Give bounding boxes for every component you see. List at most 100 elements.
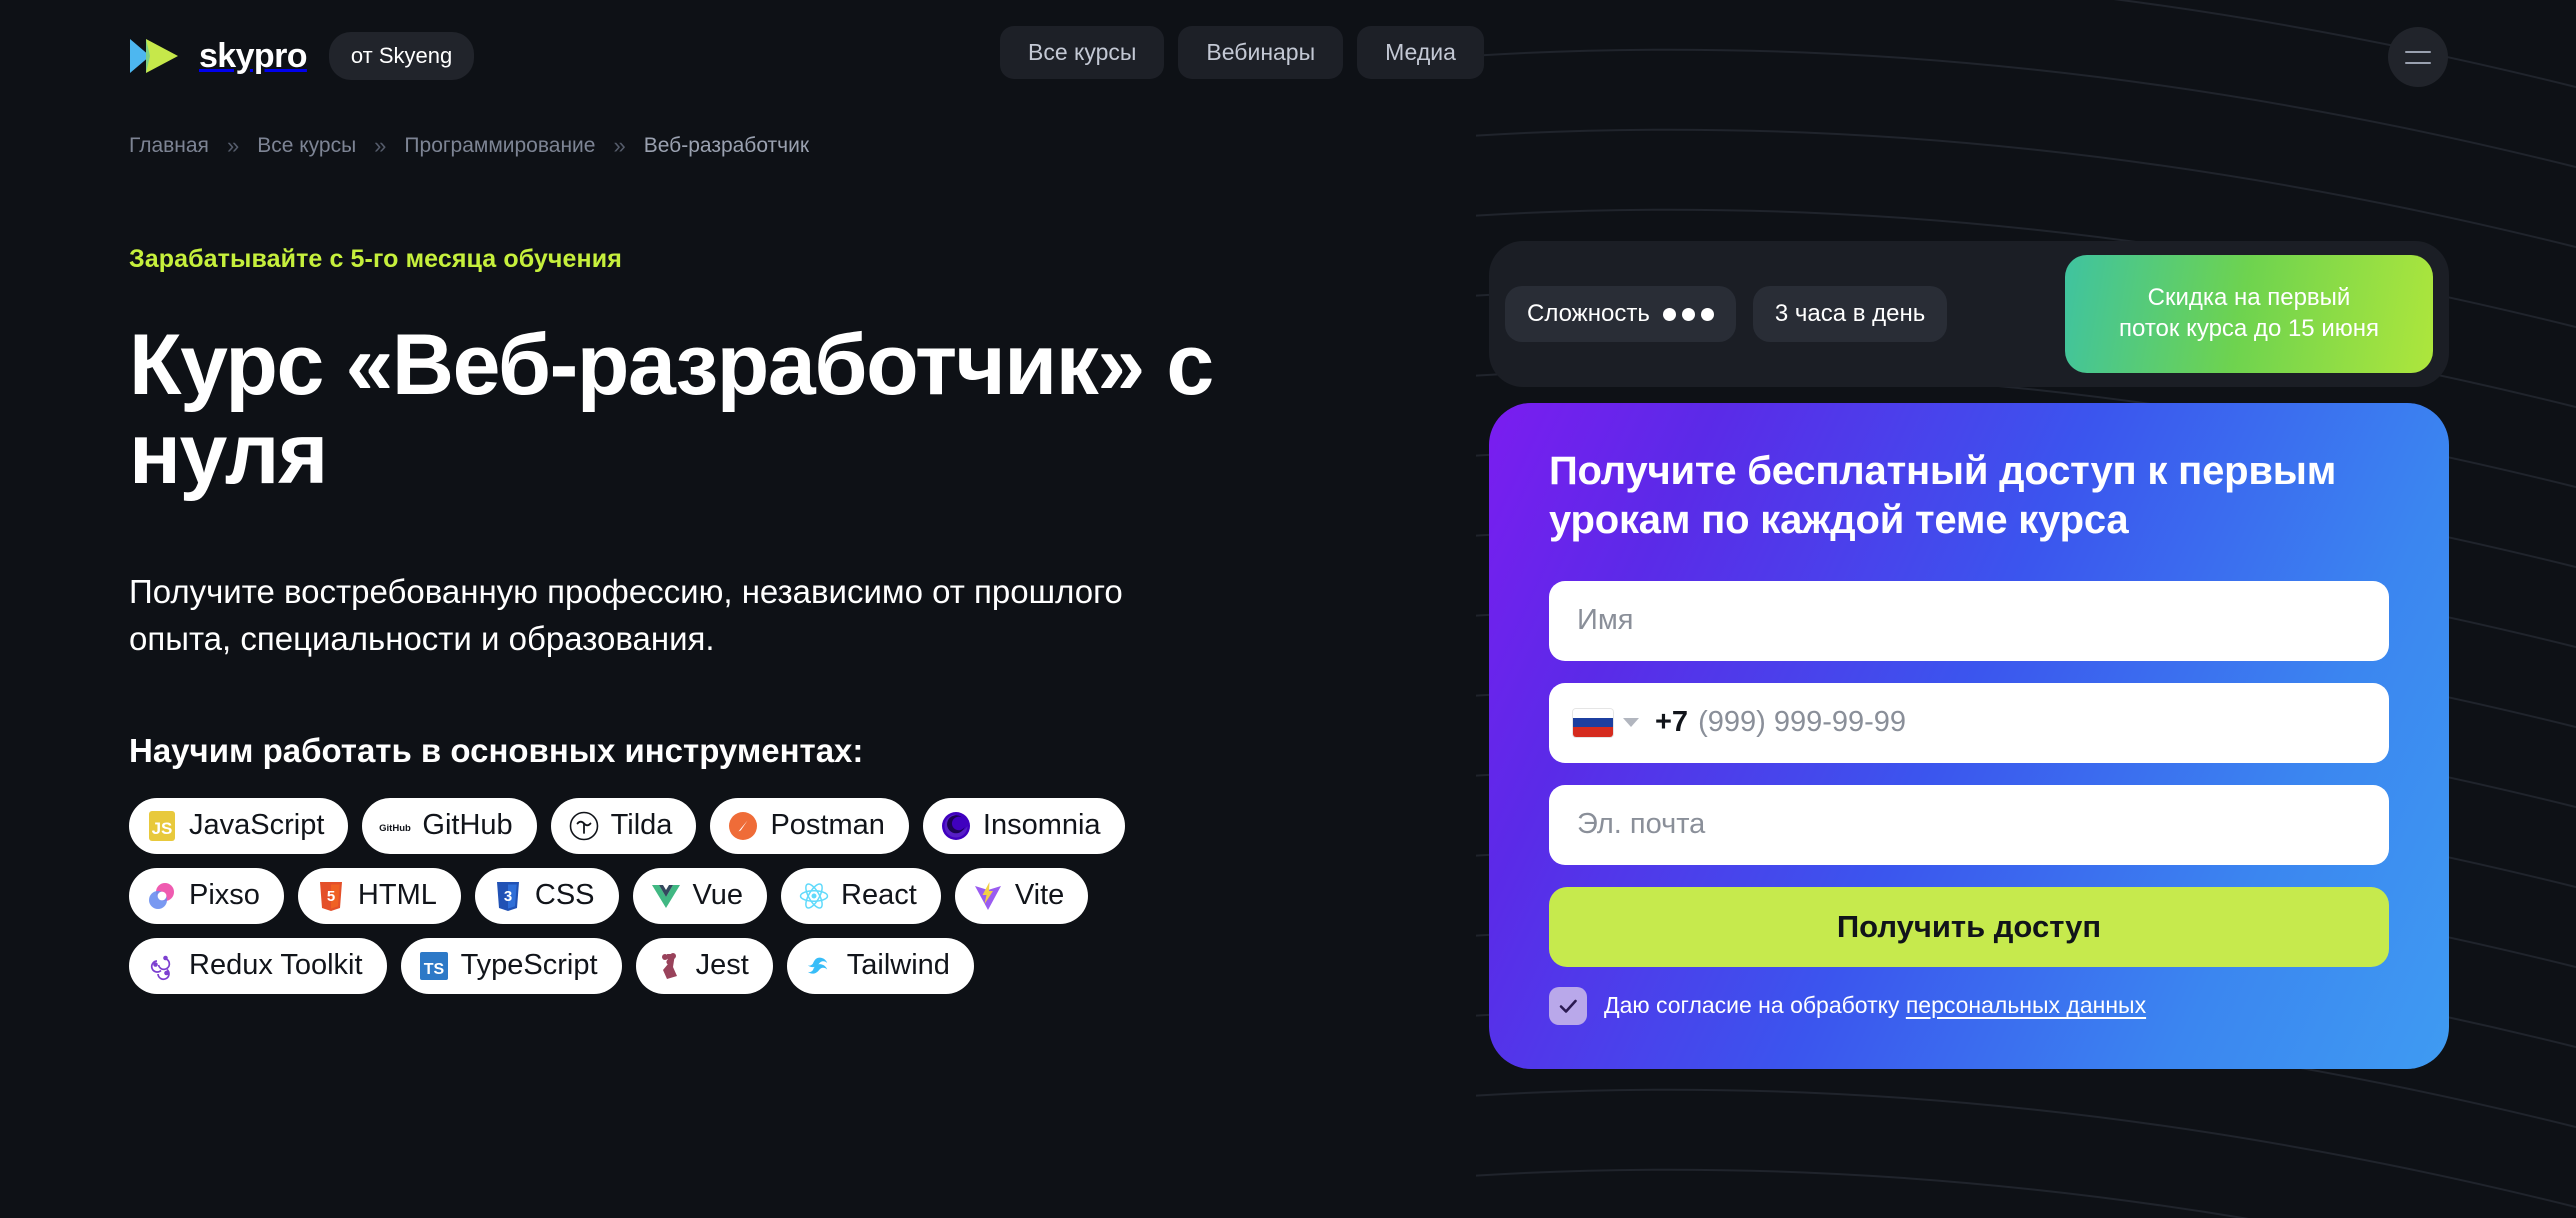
tool-chip-pixso: Pixso — [129, 867, 284, 924]
consent-text-prefix: Даю согласие на обработку — [1604, 992, 1906, 1019]
logo-wordmark: skypro — [199, 37, 308, 75]
hero-left-column: Зарабатывайте с 5-го месяца обучения Кур… — [129, 245, 1399, 994]
duration-badge: 3 часа в день — [1752, 286, 1948, 342]
chevron-down-icon[interactable] — [1623, 718, 1639, 728]
tool-chip-vite: Vite — [954, 867, 1089, 924]
discount-badge-line2: поток курса до 15 июня — [2119, 315, 2379, 342]
svg-text:3: 3 — [504, 888, 512, 905]
nav-item-webinars[interactable]: Вебинары — [1178, 26, 1344, 79]
page-title: Курс «Веб-разработчик» с нуля — [129, 316, 1214, 502]
consent-text: Даю согласие на обработку персональных д… — [1604, 991, 2146, 1020]
postman-icon — [729, 811, 758, 840]
tools-chip-row: JS JavaScript GitHub GitHub Tilda Postma… — [129, 797, 1399, 854]
hero-subtitle: Получите востребованную профессию, незав… — [129, 573, 1123, 658]
hamburger-line — [2405, 61, 2431, 64]
tools-section-title: Научим работать в основных инструментах: — [129, 732, 864, 770]
tool-chip-html: 5 HTML — [297, 867, 461, 924]
tool-chip-label: Tailwind — [846, 949, 950, 982]
javascript-icon: JS — [149, 810, 175, 841]
tools-chip-list: JS JavaScript GitHub GitHub Tilda Postma… — [129, 797, 1399, 994]
course-meta-bar: Сложность 3 часа в день Скидка на первый… — [1489, 241, 2449, 387]
vite-icon — [974, 881, 1001, 910]
svg-text:GitHub: GitHub — [380, 823, 412, 834]
breadcrumb-item-all-courses[interactable]: Все курсы — [257, 134, 356, 158]
main-nav: Все курсы Вебинары Медиа — [1000, 26, 1484, 79]
svg-text:5: 5 — [327, 888, 335, 905]
breadcrumb-item-home[interactable]: Главная — [129, 134, 209, 158]
breadcrumb-item-current: Веб-разработчик — [643, 134, 810, 157]
phone-country-code: +7 — [1655, 706, 1689, 739]
tool-chip-label: Vue — [692, 879, 744, 912]
react-icon — [799, 882, 829, 909]
phone-field[interactable]: +7 (999) 999-99-99 — [1549, 682, 2389, 763]
typescript-icon: TS — [419, 951, 448, 980]
tool-chip-label: Redux Toolkit — [189, 949, 363, 982]
difficulty-dot — [1662, 307, 1676, 321]
hamburger-line — [2405, 50, 2431, 53]
tool-chip-tailwind: Tailwind — [786, 937, 974, 994]
tool-chip-postman: Postman — [710, 797, 909, 854]
tool-chip-label: Jest — [695, 949, 749, 982]
html5-icon: 5 — [319, 881, 342, 911]
tool-chip-label: Pixso — [189, 879, 260, 912]
tool-chip-label: Postman — [770, 809, 885, 842]
checkmark-icon — [1559, 999, 1577, 1013]
svg-text:JS: JS — [152, 819, 173, 838]
tool-chip-jest: Jest — [635, 937, 773, 994]
difficulty-dots-icon — [1662, 307, 1714, 321]
hero-right-column: Сложность 3 часа в день Скидка на первый… — [1489, 241, 2449, 1069]
tool-chip-label: Vite — [1014, 879, 1065, 912]
insomnia-icon — [941, 811, 970, 840]
hero-eyebrow: Зарабатывайте с 5-го месяца обучения — [129, 245, 622, 273]
skypro-play-mark-icon — [130, 39, 178, 73]
difficulty-dot — [1700, 307, 1714, 321]
tailwind-icon — [807, 957, 827, 974]
breadcrumb-separator-icon: » — [613, 133, 626, 158]
personal-data-link[interactable]: персональных данных — [1906, 992, 2146, 1018]
tool-chip-label: TypeScript — [460, 949, 598, 982]
tilda-icon — [569, 811, 598, 840]
email-field-placeholder: Эл. почта — [1577, 808, 1706, 841]
tool-chip-tilda: Tilda — [550, 797, 697, 854]
form-title: Получите бесплатный доступ к первым урок… — [1549, 449, 2337, 542]
redux-icon — [150, 955, 171, 980]
hamburger-menu-icon[interactable] — [2388, 27, 2448, 87]
consent-checkbox[interactable] — [1549, 986, 1587, 1025]
skypro-logo[interactable]: skypro — [128, 36, 308, 76]
tool-chip-label: GitHub — [422, 809, 513, 842]
tool-chip-label: CSS — [534, 879, 595, 912]
brand-group: skypro от Skyeng — [128, 32, 475, 80]
breadcrumb-separator-icon: » — [226, 133, 240, 158]
breadcrumb: Главная » Все курсы » Программирование »… — [129, 133, 809, 159]
phone-field-placeholder: (999) 999-99-99 — [1698, 706, 1907, 739]
jest-icon — [661, 952, 677, 979]
breadcrumb-item-programming[interactable]: Программирование — [404, 134, 595, 158]
submit-button[interactable]: Получить доступ — [1549, 886, 2389, 967]
difficulty-label: Сложность — [1527, 300, 1650, 327]
difficulty-dot — [1681, 307, 1695, 321]
lead-capture-form: Получите бесплатный доступ к первым урок… — [1489, 403, 2449, 1069]
hero-page: skypro от Skyeng Все курсы Вебинары Меди… — [0, 0, 2576, 1218]
nav-item-media[interactable]: Медиа — [1357, 26, 1484, 79]
pixso-icon — [149, 882, 174, 909]
email-field[interactable]: Эл. почта — [1549, 784, 2389, 865]
tool-chip-javascript: JS JavaScript — [129, 797, 349, 854]
tool-chip-react: React — [781, 867, 941, 924]
discount-badge[interactable]: Скидка на первый поток курса до 15 июня — [2065, 255, 2433, 373]
tool-chip-typescript: TS TypeScript — [400, 937, 622, 994]
tool-chip-label: Tilda — [610, 809, 673, 842]
nav-item-all-courses[interactable]: Все курсы — [1000, 26, 1165, 79]
github-icon: GitHub — [380, 823, 412, 834]
skyeng-badge: от Skyeng — [328, 32, 475, 80]
tool-chip-label: React — [841, 879, 917, 912]
css3-icon: 3 — [496, 881, 519, 911]
tool-chip-label: JavaScript — [189, 809, 325, 842]
consent-row: Даю согласие на обработку персональных д… — [1549, 986, 2389, 1025]
name-field[interactable]: Имя — [1549, 580, 2389, 661]
tool-chip-label: Insomnia — [982, 809, 1101, 842]
tool-chip-css: 3 CSS — [474, 867, 619, 924]
tools-chip-row: Pixso 5 HTML 3 CSS Vue React Vite — [129, 867, 1399, 924]
russia-flag-icon — [1573, 708, 1613, 737]
tool-chip-label: HTML — [357, 879, 437, 912]
tool-chip-insomnia: Insomnia — [922, 797, 1125, 854]
